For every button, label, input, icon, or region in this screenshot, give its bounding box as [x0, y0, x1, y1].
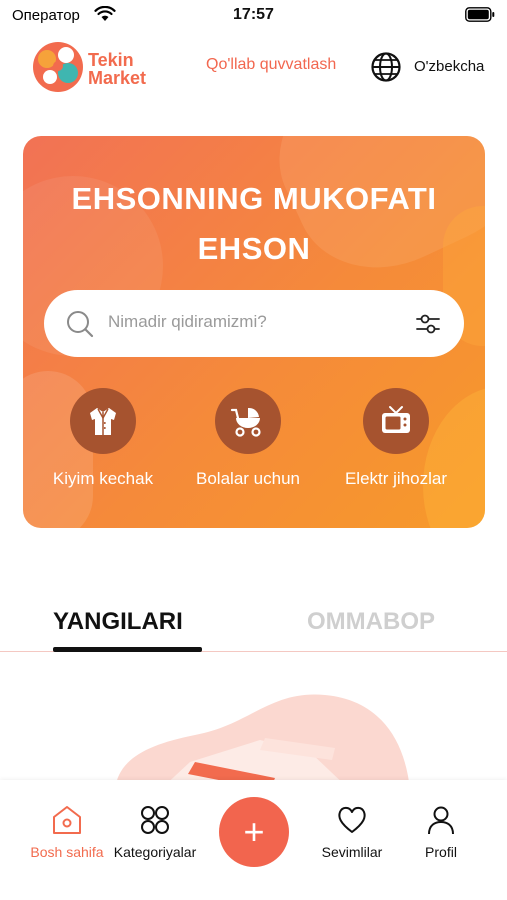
banner-title-line-1: EHSONNING MUKOFATI — [71, 181, 437, 216]
logo-text: Tekin Market — [88, 51, 146, 87]
category-label: Bolalar uchun — [196, 469, 300, 488]
app-header: Tekin Market Qo'llab quvvatlash O'zbekch… — [0, 36, 507, 98]
category-icon-circle — [215, 388, 281, 454]
tab-new[interactable]: YANGILARI — [53, 608, 183, 636]
category-icon-circle — [70, 388, 136, 454]
nav-home[interactable]: Bosh sahifa — [24, 804, 110, 860]
grid-icon — [141, 806, 169, 834]
user-icon — [428, 806, 454, 835]
language-selector[interactable]: O'zbekcha — [414, 58, 484, 75]
empty-state-illustration — [115, 694, 410, 790]
status-bar: Оператор 17:57 — [0, 0, 507, 30]
category-icon-circle — [363, 388, 429, 454]
category-kids[interactable]: Bolalar uchun — [178, 388, 318, 489]
nav-categories[interactable]: Kategoriyalar — [108, 804, 202, 860]
active-tab-indicator — [53, 647, 202, 652]
logo-line-2: Market — [88, 68, 147, 88]
search-bar[interactable] — [44, 290, 464, 357]
globe-icon[interactable] — [370, 51, 402, 83]
home-icon — [53, 806, 81, 834]
nav-label: Kategoriyalar — [113, 844, 197, 860]
search-input[interactable] — [108, 312, 378, 332]
nav-favorites[interactable]: Sevimlilar — [316, 804, 388, 860]
category-label: Kiyim kechak — [52, 469, 154, 488]
category-label: Elektr jihozlar — [344, 469, 448, 488]
tab-popular[interactable]: OMMABOP — [307, 608, 435, 636]
category-electronics[interactable]: Elektr jihozlar — [326, 388, 466, 489]
promo-banner: EHSONNING MUKOFATI EHSON Kiyim kechak — [23, 136, 485, 528]
product-tabs: YANGILARI OMMABOP — [0, 600, 507, 652]
heart-icon — [338, 806, 366, 833]
nav-profile[interactable]: Profil — [412, 804, 470, 860]
search-icon — [67, 311, 94, 338]
banner-title: EHSONNING MUKOFATI EHSON — [23, 174, 485, 274]
nav-label: Sevimlilar — [321, 844, 383, 860]
stroller-icon — [230, 407, 261, 437]
logo-line-1: Tekin — [88, 50, 134, 70]
bottom-navigation: Bosh sahifa Kategoriyalar + Sevimlilar P… — [0, 780, 507, 900]
nav-label: Profil — [425, 844, 457, 860]
nav-label: Bosh sahifa — [30, 844, 104, 860]
category-clothing[interactable]: Kiyim kechak — [33, 388, 173, 489]
tv-icon — [382, 406, 410, 433]
banner-title-line-2: EHSON — [197, 231, 311, 266]
filter-icon[interactable] — [414, 310, 442, 338]
add-listing-button[interactable]: + — [219, 797, 289, 867]
logo-mark-icon — [33, 42, 83, 92]
clock-time: 17:57 — [233, 6, 274, 23]
support-link[interactable]: Qo'llab quvvatlash — [206, 56, 336, 74]
battery-icon — [465, 7, 495, 22]
clothing-icon — [90, 408, 116, 435]
tekin-market-logo[interactable]: Tekin Market — [30, 39, 170, 95]
